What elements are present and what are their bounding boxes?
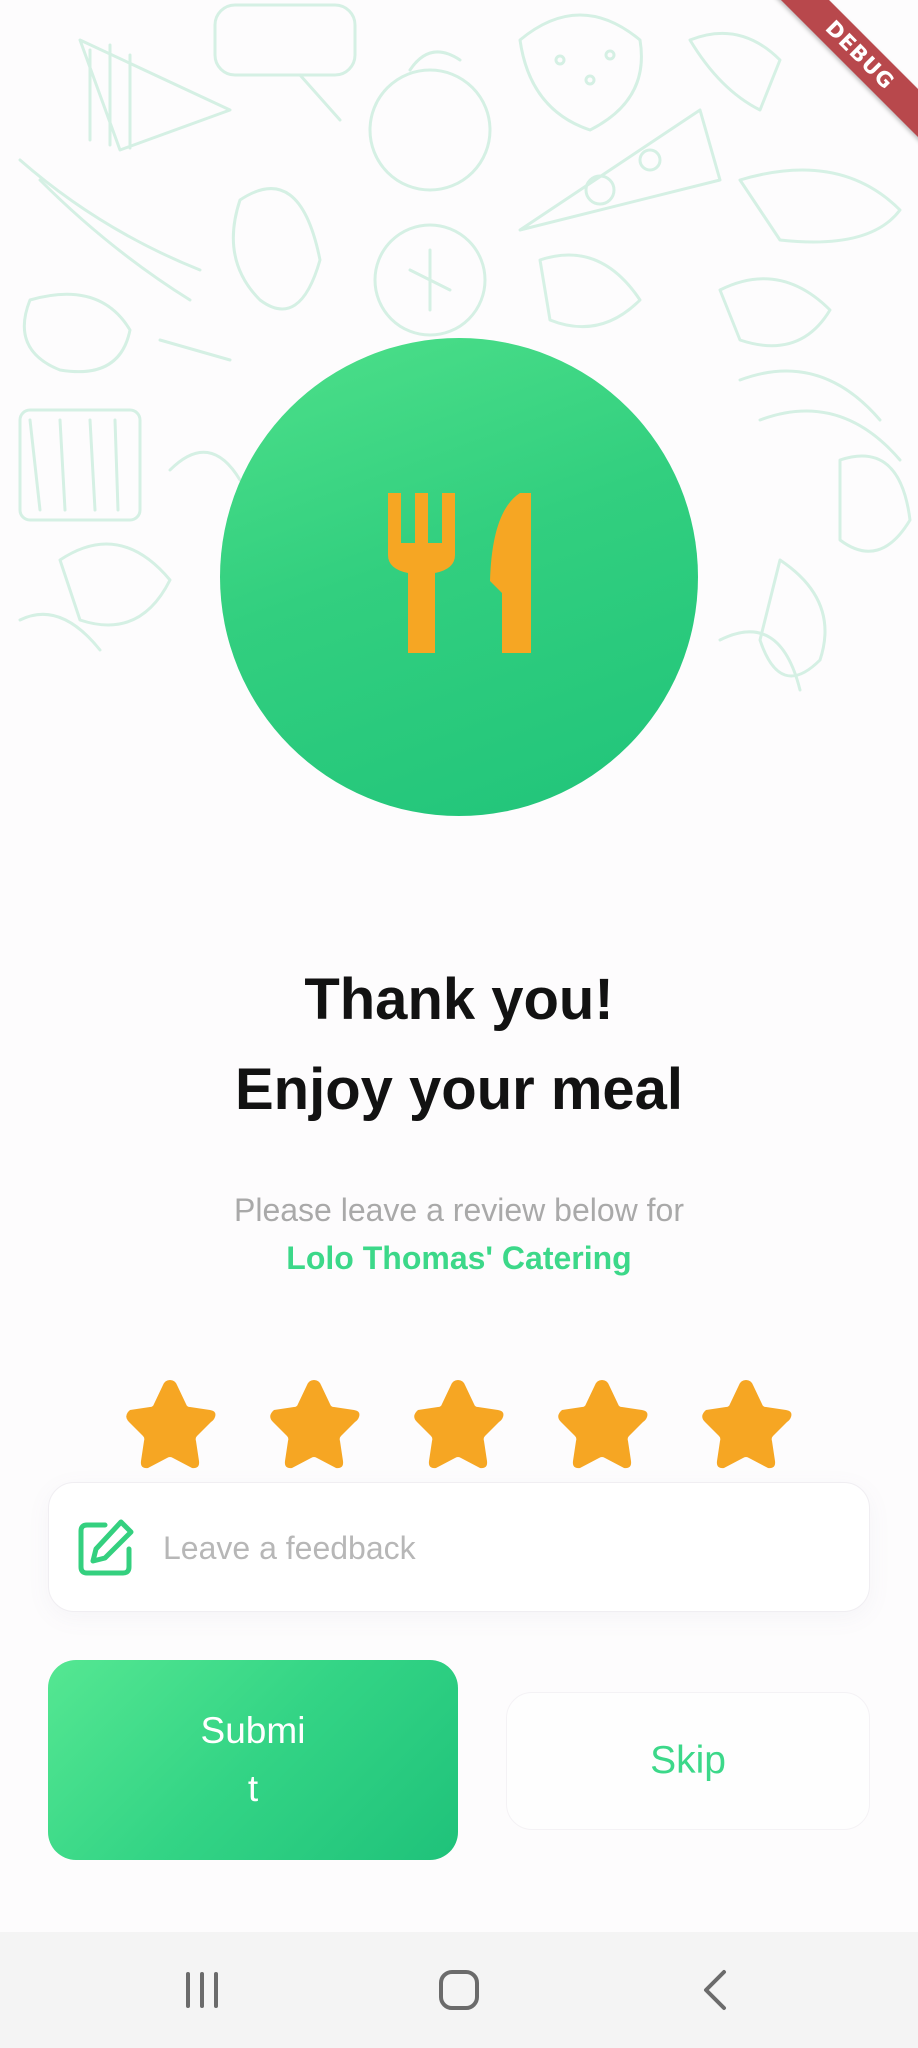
submit-label-line1: Submi bbox=[200, 1710, 306, 1751]
fork-knife-icon bbox=[388, 493, 531, 653]
back-icon[interactable] bbox=[676, 1960, 756, 2020]
debug-banner-label: DEBUG bbox=[770, 0, 918, 145]
vendor-name: Lolo Thomas' Catering bbox=[286, 1240, 632, 1276]
star-icon-5[interactable] bbox=[696, 1374, 796, 1474]
submit-button[interactable]: Submi t bbox=[48, 1660, 458, 1860]
star-icon-1[interactable] bbox=[120, 1374, 220, 1474]
star-icon-3[interactable] bbox=[408, 1374, 508, 1474]
star-rating[interactable] bbox=[120, 1374, 800, 1474]
review-prompt: Please leave a review below for bbox=[233, 1192, 684, 1228]
star-icon-2[interactable] bbox=[264, 1374, 364, 1474]
system-navigation-bar bbox=[0, 1932, 918, 2048]
submit-label-line2: t bbox=[247, 1768, 259, 1809]
restaurant-badge bbox=[220, 338, 698, 816]
home-icon[interactable] bbox=[419, 1960, 499, 2020]
enjoy-meal-heading: Enjoy your meal bbox=[234, 1057, 684, 1122]
feedback-field[interactable] bbox=[48, 1482, 870, 1612]
edit-icon bbox=[78, 1519, 134, 1576]
skip-label: Skip bbox=[650, 1739, 726, 1782]
skip-button[interactable]: Skip bbox=[506, 1692, 870, 1830]
thank-you-heading: Thank you! bbox=[304, 967, 614, 1032]
debug-banner: DEBUG bbox=[758, 0, 918, 160]
feedback-input[interactable] bbox=[161, 1513, 845, 1583]
recents-icon[interactable] bbox=[162, 1960, 242, 2020]
star-icon-4[interactable] bbox=[552, 1374, 652, 1474]
